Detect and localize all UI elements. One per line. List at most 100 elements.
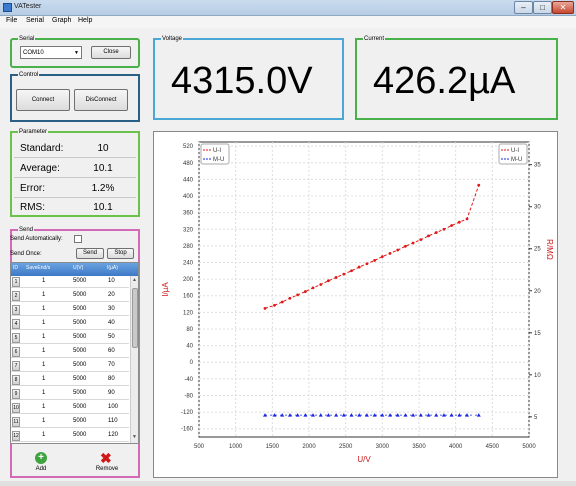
scrollbar-thumb[interactable] [132,288,138,348]
table-cell: 1 [42,320,46,326]
row-number: 7 [12,361,20,371]
y-tick-label: 320 [183,227,194,233]
row-number: 1 [12,277,20,287]
serial-group-label: Serial [18,35,36,43]
table-row[interactable]: 1 1 5000 10 [11,276,129,288]
row-number: 9 [12,389,20,399]
current-group-label: Current [363,35,386,43]
chart-plot: 500 1000 1500 2000 2500 3000 3500 4000 4500 50005… [161,141,554,464]
y-tick-label: 280 [183,244,194,250]
send-button[interactable]: Send [76,248,104,259]
scroll-up-icon[interactable]: ▲ [132,277,137,283]
data-point-ui [342,272,346,276]
table-row[interactable]: 9 1 5000 90 [11,388,129,400]
legend-label-mu: M-U [213,157,224,163]
row-number: 2 [12,291,20,301]
table-cell: 1 [42,362,46,368]
disconnect-button[interactable]: DisConnect [74,89,128,111]
data-point-ui [311,286,315,290]
data-point-ui [434,231,438,234]
menu-serial[interactable]: Serial [26,17,44,24]
table-row[interactable]: 2 1 5000 20 [11,290,129,302]
data-point-ui [380,255,384,259]
stop-button[interactable]: Stop [107,248,134,259]
data-point-ui [296,293,300,297]
menu-file[interactable]: File [6,17,17,24]
row-number: 5 [12,333,20,343]
chart-panel: 500 1000 1500 2000 2500 3000 3500 4000 4500 5000 5… [153,131,558,478]
table-row[interactable]: 7 1 5000 70 [11,360,129,372]
scroll-down-icon[interactable]: ▼ [132,434,137,440]
plus-icon: + [35,452,47,464]
table-row[interactable]: 8 1 5000 80 [11,374,129,386]
data-point-ui [442,227,446,231]
x-tick-label: 2000 [302,444,316,450]
send-table[interactable]: ID SaveEnd/s U(V) I(µA) 1 1 5000 10 2 1 5000 20… [10,262,139,444]
table-cell: 5000 [73,334,87,340]
data-point-ui [263,307,267,310]
app-icon [3,3,12,12]
table-cell: 1 [42,432,46,438]
y-tick-label: -40 [184,377,193,383]
table-row[interactable]: 4 1 5000 40 [11,318,129,330]
minimize-button[interactable]: – [514,1,533,14]
table-cell: 40 [108,320,115,326]
data-point-ui [457,220,461,224]
table-row[interactable]: 12 1 5000 120 [11,430,129,442]
table-cell: 5000 [73,306,87,312]
y-tick-label: 400 [183,194,194,200]
connect-button[interactable]: Connect [16,89,70,111]
current-value: 426.2µA [373,60,516,102]
x-tick-label: 4000 [449,444,463,450]
table-row[interactable]: 11 1 5000 110 [11,416,129,428]
param-value: 10 [97,143,109,154]
table-cell: 1 [42,334,46,340]
menu-help[interactable]: Help [78,17,92,24]
legend-label-ui: U-I [511,148,519,154]
column-header-current[interactable]: I(µA) [107,265,118,271]
row-number: 4 [12,319,20,329]
table-row[interactable]: 6 1 5000 60 [11,346,129,358]
port-select[interactable]: COM10 ▼ [20,46,82,59]
table-row[interactable]: 10 1 5000 100 [11,402,129,414]
menu-graph[interactable]: Graph [52,17,71,24]
legend-label-ui: U-I [213,148,221,154]
y-tick-label: 480 [183,161,194,167]
y-tick-label: -80 [184,393,193,399]
parameter-group: Parameter Standard: 10 Average: 10.1 Err… [10,128,140,217]
table-row[interactable]: 3 1 5000 30 [11,304,129,316]
close-port-button[interactable]: Close [91,46,131,59]
close-window-button[interactable]: ✕ [552,1,574,14]
send-automatically-checkbox[interactable] [74,235,82,243]
y2-tick-label: 5 [534,415,538,421]
data-point-ui [427,234,430,238]
table-cell: 1 [42,404,46,410]
add-button[interactable]: + Add [26,452,56,476]
parameter-group-label: Parameter [18,128,49,136]
x-tick-label: 3000 [376,444,390,450]
table-cell: 110 [108,418,118,424]
column-header-id[interactable]: ID [13,265,18,271]
param-value: 10.1 [93,163,113,174]
param-row-standard: Standard: 10 [14,139,136,158]
data-point-ui [450,224,454,227]
control-group-label: Control [18,71,40,79]
x-tick-label: 500 [194,444,205,450]
data-point-ui [334,276,338,279]
table-scrollbar[interactable]: ▲ ▼ [130,276,138,443]
column-header-voltage[interactable]: U(V) [73,265,83,271]
data-point-ui [288,296,292,300]
data-point-ui [350,269,353,273]
remove-button[interactable]: ✖ Remove [90,451,124,476]
param-row-error: Error: 1.2% [14,179,136,198]
maximize-button[interactable]: □ [533,1,552,14]
table-cell: 10 [108,278,115,284]
y-tick-label: 520 [183,144,194,150]
y2-axis-label: R/MΩ [545,239,554,260]
table-cell: 90 [108,390,115,396]
table-cell: 120 [108,432,119,438]
column-header-saveend[interactable]: SaveEnd/s [26,265,50,271]
table-row[interactable]: 5 1 5000 50 [11,332,129,344]
table-cell: 5000 [73,278,87,284]
data-point-ui [280,300,284,304]
